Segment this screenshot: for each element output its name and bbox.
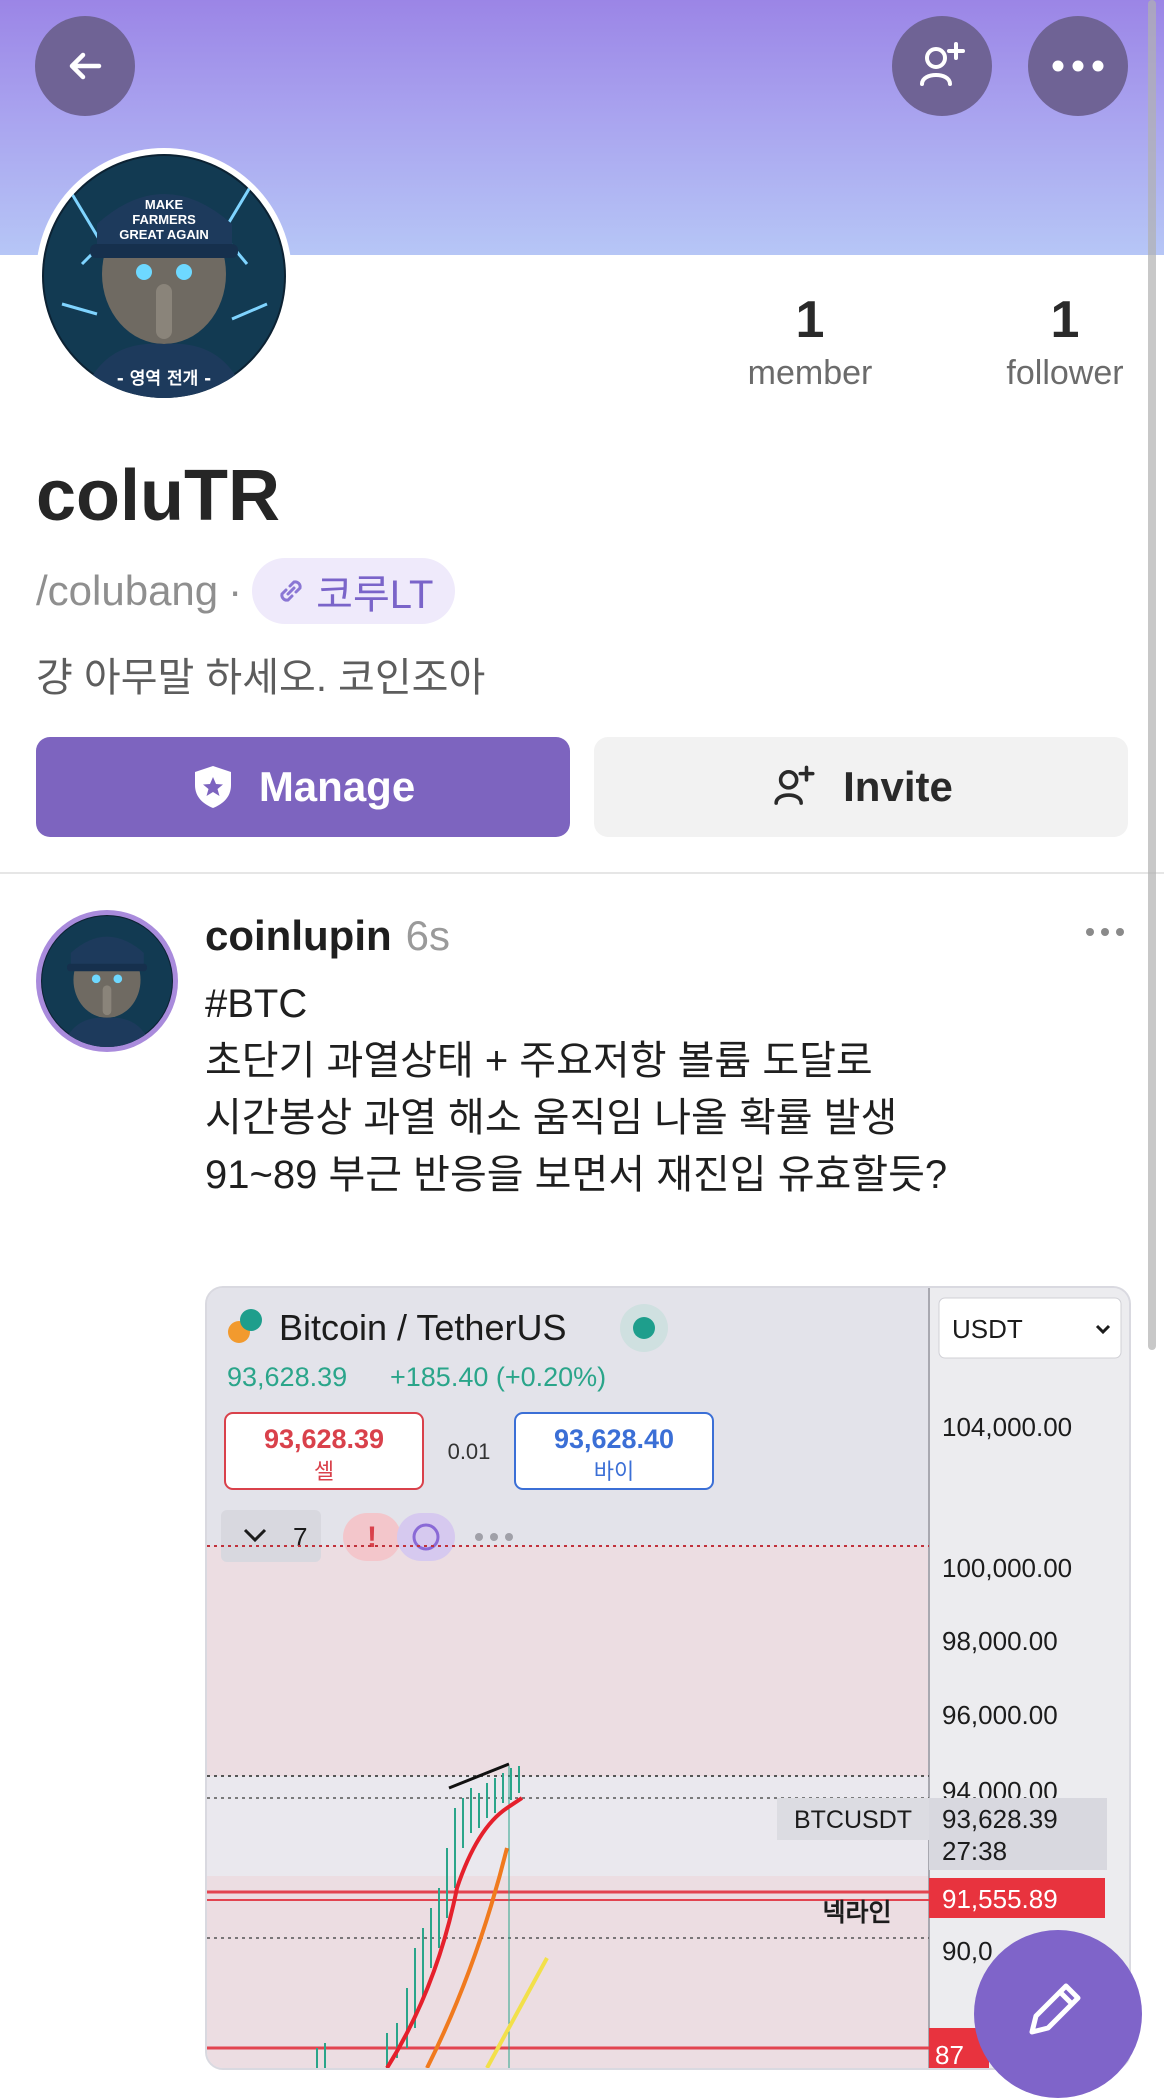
svg-text:GREAT AGAIN: GREAT AGAIN (119, 227, 209, 242)
refresh-badge[interactable] (397, 1513, 455, 1561)
member-count-label: member (747, 354, 873, 392)
invite-button-label: Invite (843, 763, 953, 810)
follower-count[interactable]: 1 follower (985, 290, 1145, 396)
member-count[interactable]: 1 member (735, 290, 885, 396)
svg-text:MAKE: MAKE (145, 197, 184, 212)
axis-label: 90,0 (942, 1936, 993, 1966)
profile-avatar[interactable]: MAKE FARMERS GREAT AGAIN - 영역 전개 - (36, 148, 292, 404)
post-chart-image[interactable]: Bitcoin / TetherUS 93,628.39 +185.40 (+0… (205, 1286, 1131, 2070)
neckline-label: 넥라인 (822, 1899, 891, 1927)
axis-label: 96,000.00 (942, 1700, 1058, 1730)
sell-label: 셀 (314, 1459, 334, 1484)
profile-handle-row: /colubang · 코루LT (36, 558, 456, 624)
neckline-price: 91,555.89 (942, 1884, 1058, 1914)
section-divider (0, 872, 1164, 874)
post-line: 91~89 부근 반응을 보면서 재진입 유효할듯? (205, 1153, 948, 1197)
post-timestamp: 6s (405, 912, 451, 959)
invite-button[interactable]: Invite (594, 737, 1128, 837)
current-price: 93,628.39 (942, 1804, 1058, 1834)
member-count-value: 1 (795, 291, 825, 349)
axis-label: 100,000.00 (942, 1553, 1072, 1583)
person-plus-icon (774, 765, 815, 805)
svg-text:FARMERS: FARMERS (132, 212, 196, 227)
post-author-avatar[interactable] (36, 910, 178, 1052)
post-more-button[interactable] (1085, 925, 1125, 943)
indicator-count: 7 (293, 1522, 307, 1552)
follower-count-label: follower (1006, 354, 1124, 392)
spread-value: 0.01 (448, 1439, 491, 1464)
post-header: coinlupin 6s (205, 912, 450, 960)
profile-link-label: 코루LT (316, 573, 434, 617)
profile-bio: 걍 아무말 하세오. 코인조아 (36, 656, 486, 700)
symbol-tag-label: BTCUSDT (794, 1806, 912, 1834)
sell-price: 93,628.39 (264, 1424, 384, 1454)
post-line: 초단기 과열상태 + 주요저항 볼륨 도달로 (205, 1039, 873, 1083)
post-body: #BTC 초단기 과열상태 + 주요저항 볼륨 도달로 시간봉상 과열 해소 움… (205, 976, 947, 1204)
axis-label: 104,000.00 (942, 1412, 1072, 1442)
market-status-icon (633, 1317, 655, 1339)
buy-label: 바이 (594, 1459, 634, 1484)
profile-link-chip[interactable]: 코루LT (252, 558, 456, 624)
more-horizontal-icon (1052, 60, 1104, 72)
person-plus-icon (920, 42, 965, 86)
currency-select-value: USDT (952, 1314, 1023, 1344)
manage-button[interactable]: Manage (36, 737, 570, 837)
separator-dot: · (228, 567, 243, 614)
arrow-left-icon (69, 52, 102, 80)
scrollbar[interactable] (1148, 0, 1156, 1350)
page-title: coluTR (36, 456, 280, 536)
follower-count-value: 1 (1050, 291, 1080, 349)
price-change: +185.40 (+0.20%) (390, 1362, 606, 1392)
pencil-icon (1029, 1983, 1081, 2035)
buy-price: 93,628.40 (554, 1424, 674, 1454)
alert-icon: ! (367, 1521, 377, 1554)
trading-chart: Bitcoin / TetherUS 93,628.39 +185.40 (+0… (207, 1288, 1129, 2068)
manage-button-label: Manage (258, 763, 416, 810)
avatar-image: MAKE FARMERS GREAT AGAIN - 영역 전개 - (42, 154, 286, 398)
add-member-button[interactable] (892, 16, 992, 116)
more-options-button[interactable] (1028, 16, 1128, 116)
resistance-zone (207, 1546, 929, 1776)
svg-text:- 영역 전개 -: - 영역 전개 - (117, 369, 211, 389)
more-horizontal-icon (1086, 928, 1124, 936)
tether-icon (240, 1309, 262, 1331)
avatar-image (41, 915, 173, 1047)
axis-label: 87 (935, 2040, 964, 2068)
post-line: 시간봉상 과열 해소 움직임 나올 확률 발생 (205, 1096, 898, 1140)
back-button[interactable] (35, 16, 135, 116)
pair-title: Bitcoin / TetherUS (279, 1307, 566, 1348)
post-line: #BTC (205, 982, 308, 1026)
link-icon (280, 580, 302, 602)
post-author-name[interactable]: coinlupin (205, 912, 392, 959)
last-price: 93,628.39 (227, 1362, 347, 1392)
profile-handle: /colubang (36, 567, 219, 614)
axis-label: 98,000.00 (942, 1626, 1058, 1656)
candle-countdown: 27:38 (942, 1836, 1007, 1866)
compose-button[interactable] (974, 1930, 1142, 2098)
shield-star-icon (194, 766, 231, 808)
